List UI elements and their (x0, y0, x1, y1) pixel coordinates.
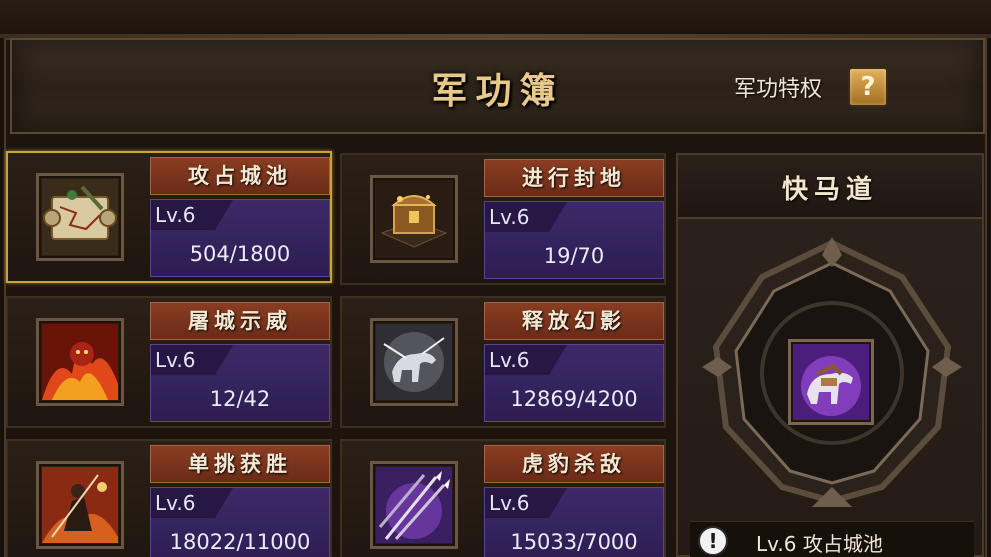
scroll-map-icon (42, 179, 118, 255)
reward-icon-frame[interactable] (788, 339, 874, 425)
achievement-card-capture-city[interactable]: 攻占城池 Lv.6 504/1800 (6, 151, 332, 283)
achievement-icon-frame (370, 461, 458, 549)
level-label: Lv.6 (489, 491, 530, 515)
achievement-progress-panel: Lv.6 12869/4200 (484, 344, 664, 422)
progress-value: 18022/11000 (169, 530, 311, 554)
duel-warrior-icon (42, 467, 118, 543)
achievement-card-tiger-leopard[interactable]: 虎豹杀敌 Lv.6 15033/7000 (340, 439, 666, 557)
achievement-name: 单挑获胜 (150, 445, 330, 483)
achievement-card-fiefdom[interactable]: 进行封地 Lv.6 19/70 (340, 153, 666, 285)
page-title: 军功簿 (431, 70, 564, 112)
achievement-progress-panel: Lv.6 19/70 (484, 201, 664, 279)
top-banner-strip (0, 0, 991, 38)
progress-value: 15033/7000 (510, 530, 638, 554)
achievement-icon-frame (36, 173, 124, 261)
progress-value: 19/70 (543, 244, 605, 268)
achievement-name: 屠城示威 (150, 302, 330, 340)
spears-icon (376, 467, 452, 543)
purple-horse-icon (793, 344, 869, 420)
achievement-icon-frame (370, 318, 458, 406)
achievement-card-duel[interactable]: 单挑获胜 Lv.6 18022/11000 (6, 439, 332, 557)
privilege-link[interactable]: 军功特权 (734, 71, 822, 103)
achievement-progress-panel: Lv.6 15033/7000 (484, 487, 664, 557)
achievement-progress-panel: Lv.6 12/42 (150, 344, 330, 422)
achievement-icon-frame (36, 461, 124, 549)
level-label: Lv.6 (155, 348, 196, 372)
exclamation-icon: ! (698, 526, 728, 556)
level-label: Lv.6 (489, 205, 530, 229)
achievement-card-massacre[interactable]: 屠城示威 Lv.6 12/42 (6, 296, 332, 428)
header-bar: 军功簿 军功特权 ? (10, 38, 985, 134)
level-label: Lv.6 (155, 203, 196, 227)
unlock-requirement-text: Lv.6 攻占城池 (756, 532, 883, 556)
level-label: Lv.6 (155, 491, 196, 515)
treasure-chest-icon (376, 181, 452, 257)
achievement-progress-panel: Lv.6 504/1800 (150, 199, 330, 277)
achievement-name: 释放幻影 (484, 302, 664, 340)
achievement-name: 进行封地 (484, 159, 664, 197)
reward-side-panel: 快马道 ! Lv.6 攻占城池 (676, 153, 984, 557)
achievement-icon-frame (370, 175, 458, 263)
phantom-horse-icon (376, 324, 452, 400)
achievement-name: 攻占城池 (150, 157, 330, 195)
achievement-progress-panel: Lv.6 18022/11000 (150, 487, 330, 557)
side-panel-footer: ! Lv.6 攻占城池 (690, 521, 974, 557)
achievement-card-phantom[interactable]: 释放幻影 Lv.6 12869/4200 (340, 296, 666, 428)
side-panel-title: 快马道 (781, 175, 878, 205)
achievement-icon-frame (36, 318, 124, 406)
achievement-name: 虎豹杀敌 (484, 445, 664, 483)
flame-warrior-icon (42, 324, 118, 400)
level-label: Lv.6 (489, 348, 530, 372)
progress-value: 12/42 (209, 387, 271, 411)
help-button[interactable]: ? (848, 67, 888, 107)
side-panel-header: 快马道 (678, 155, 982, 219)
progress-value: 504/1800 (189, 242, 291, 266)
progress-value: 12869/4200 (510, 387, 638, 411)
